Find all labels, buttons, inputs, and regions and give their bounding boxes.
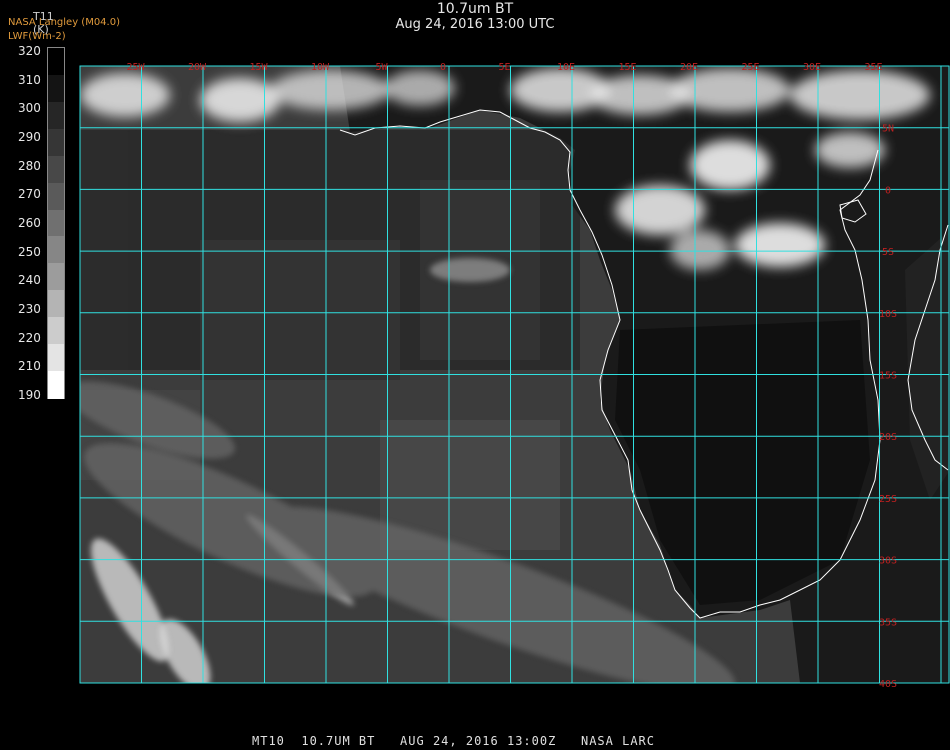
longitude-label: 10E	[557, 62, 575, 73]
longitude-label: 35E	[864, 62, 882, 73]
footer-text: MT10 10.7UM BT AUG 24, 2016 13:00Z NASA …	[252, 734, 656, 748]
longitude-label: 30E	[803, 62, 821, 73]
latitude-label: 20S	[879, 432, 897, 443]
longitude-label: 0	[440, 62, 446, 73]
latitude-label: 5S	[882, 247, 894, 258]
latitude-label: 35S	[879, 617, 897, 628]
longitude-label: 25W	[126, 62, 145, 73]
latitude-label: 0	[885, 185, 891, 196]
longitude-label: 15W	[249, 62, 268, 73]
satellite-map: 25W 20W 15W 10W 5W 0 5E 10E 15E 20E 25E 30E 35E 5N 0 5S…	[79, 62, 950, 690]
longitude-label: 25E	[741, 62, 759, 73]
longitude-label: 5E	[498, 62, 510, 73]
longitude-label: 5W	[375, 62, 388, 73]
latitude-label: 25S	[879, 494, 897, 505]
longitude-label: 20W	[188, 62, 207, 73]
latitude-label: 40S	[879, 679, 897, 690]
latitude-label: 15S	[879, 371, 897, 382]
longitude-label: 15E	[618, 62, 636, 73]
latitude-label: 5N	[882, 124, 894, 135]
longitude-label: 10W	[311, 62, 330, 73]
longitude-label: 20E	[680, 62, 698, 73]
latitude-label: 10S	[879, 309, 897, 320]
latitude-label: 30S	[879, 556, 897, 567]
